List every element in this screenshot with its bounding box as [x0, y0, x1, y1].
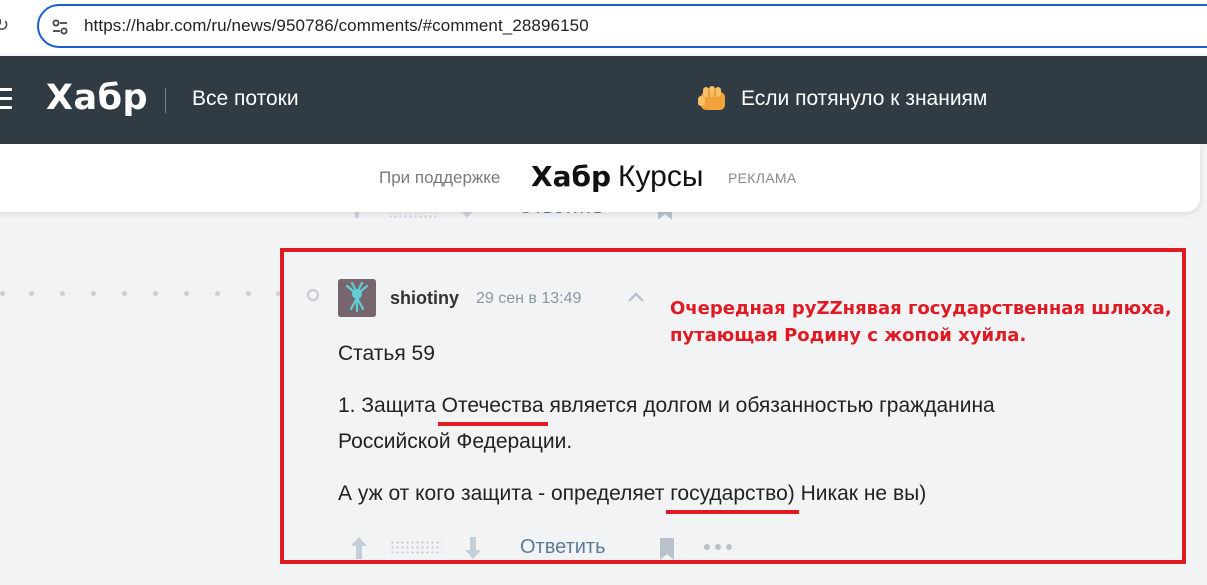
sponsor-banner[interactable]: При поддержке Хабр Курсы РЕКЛАМА	[0, 144, 1200, 212]
menu-icon[interactable]	[0, 88, 12, 110]
p2-prefix: 1. Защита	[338, 394, 442, 417]
page: ↻ https://habr.com/ru/news/950786/commen…	[0, 0, 1207, 585]
fist-icon	[698, 86, 725, 110]
site-header: Хабр Все потоки Если потянуло к знаниям	[0, 56, 1207, 144]
promo-link[interactable]: Если потянуло к знаниям	[741, 87, 987, 111]
reply-button[interactable]: Ответить	[520, 536, 606, 559]
avatar[interactable]	[338, 279, 376, 317]
underlined-word-fatherland: Отечества	[437, 388, 548, 426]
comment-author[interactable]: shiotiny	[390, 288, 459, 309]
thread-line	[0, 288, 290, 300]
reload-icon[interactable]: ↻	[0, 14, 14, 38]
tune-icon[interactable]	[51, 18, 69, 36]
downvote-icon[interactable]	[464, 536, 482, 560]
upvote-icon[interactable]	[350, 536, 368, 560]
underlined-word-state: государство)	[666, 476, 799, 514]
comment-actions: Ответить	[344, 534, 744, 562]
sponsor-brand-light: Курсы	[618, 160, 704, 193]
comment-time[interactable]: 29 сен в 13:49	[476, 290, 581, 308]
sponsor-brand-bold: Хабр	[531, 160, 612, 193]
url-text[interactable]: https://habr.com/ru/news/950786/comments…	[84, 16, 589, 36]
annotation-line-1: Очередная руZZнявая государственная шлюх…	[670, 298, 1172, 319]
comment: shiotiny 29 сен в 13:49 Очередная руZZня…	[280, 248, 1186, 564]
bookmark-icon[interactable]	[658, 538, 676, 560]
all-flows-link[interactable]: Все потоки	[192, 87, 299, 111]
p3-prefix: А уж от кого защита - определяет	[338, 482, 671, 505]
more-icon[interactable]	[702, 538, 736, 556]
header-divider	[165, 88, 166, 113]
p3-suffix: Никак не вы)	[794, 482, 927, 505]
ad-label: РЕКЛАМА	[728, 170, 797, 186]
comment-body: Статья 59 1. Защита Отечества является д…	[338, 336, 1098, 528]
paragraph-3: А уж от кого защита - определяет государ…	[338, 476, 1098, 514]
paragraph-1: Статья 59	[338, 342, 435, 365]
address-bar[interactable]: https://habr.com/ru/news/950786/comments…	[37, 4, 1207, 48]
browser-toolbar: ↻ https://habr.com/ru/news/950786/commen…	[0, 0, 1207, 54]
habr-logo[interactable]: Хабр	[46, 78, 148, 118]
chevron-up-icon[interactable]	[626, 290, 646, 304]
sponsor-support-label: При поддержке	[379, 168, 501, 187]
score-placeholder	[390, 540, 442, 556]
paragraph-2: 1. Защита Отечества является долгом и об…	[338, 388, 1098, 460]
